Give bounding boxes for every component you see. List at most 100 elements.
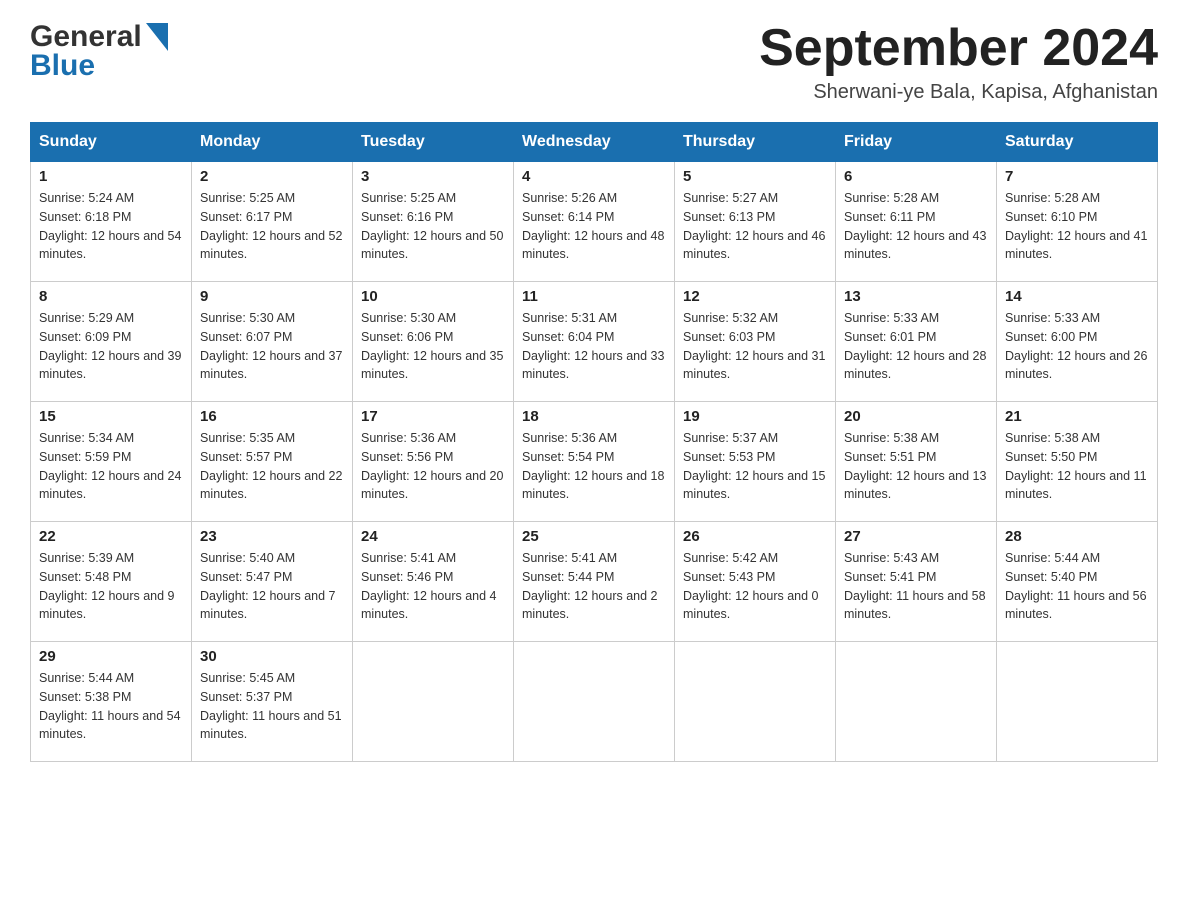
day-number: 5 [683, 168, 827, 185]
calendar-day-cell: 8Sunrise: 5:29 AMSunset: 6:09 PMDaylight… [31, 282, 192, 402]
calendar-day-cell: 27 Sunrise: 5:43 AMSunset: 5:41 PMDayligh… [836, 522, 997, 642]
calendar-day-cell: 30 Sunrise: 5:45 AMSunset: 5:37 PMDayligh… [192, 642, 353, 762]
calendar-day-cell: 6 Sunrise: 5:28 AMSunset: 6:11 PMDaylight… [836, 162, 997, 282]
day-info: Sunrise: 5:33 AMSunset: 6:01 PMDaylight:… [844, 309, 988, 384]
calendar-table: SundayMondayTuesdayWednesdayThursdayFrid… [30, 122, 1158, 762]
calendar-day-cell: 18Sunrise: 5:36 AMSunset: 5:54 PMDayligh… [514, 402, 675, 522]
calendar-day-cell: 26 Sunrise: 5:42 AMSunset: 5:43 PMDayligh… [675, 522, 836, 642]
day-number: 25 [522, 528, 666, 545]
logo-blue-text: Blue [30, 49, 168, 82]
day-info: Sunrise: 5:42 AMSunset: 5:43 PMDaylight:… [683, 549, 827, 624]
day-info: Sunrise: 5:44 AMSunset: 5:38 PMDaylight:… [39, 669, 183, 744]
calendar-day-cell [353, 642, 514, 762]
calendar-day-cell [997, 642, 1158, 762]
day-number: 6 [844, 168, 988, 185]
calendar-day-cell: 13 Sunrise: 5:33 AMSunset: 6:01 PMDayligh… [836, 282, 997, 402]
day-info: Sunrise: 5:44 AMSunset: 5:40 PMDaylight:… [1005, 549, 1149, 624]
calendar-day-cell: 12 Sunrise: 5:32 AMSunset: 6:03 PMDayligh… [675, 282, 836, 402]
day-info: Sunrise: 5:27 AMSunset: 6:13 PMDaylight:… [683, 189, 827, 264]
calendar-day-cell: 3 Sunrise: 5:25 AMSunset: 6:16 PMDaylight… [353, 162, 514, 282]
calendar-day-cell: 25 Sunrise: 5:41 AMSunset: 5:44 PMDayligh… [514, 522, 675, 642]
calendar-day-cell: 1 Sunrise: 5:24 AMSunset: 6:18 PMDaylight… [31, 162, 192, 282]
day-number: 24 [361, 528, 505, 545]
day-info: Sunrise: 5:45 AMSunset: 5:37 PMDaylight:… [200, 669, 344, 744]
calendar-day-cell: 16 Sunrise: 5:35 AMSunset: 5:57 PMDayligh… [192, 402, 353, 522]
day-number: 29 [39, 648, 183, 665]
calendar-week-row: 1 Sunrise: 5:24 AMSunset: 6:18 PMDaylight… [31, 162, 1158, 282]
calendar-day-cell: 29 Sunrise: 5:44 AMSunset: 5:38 PMDayligh… [31, 642, 192, 762]
calendar-day-cell: 2 Sunrise: 5:25 AMSunset: 6:17 PMDaylight… [192, 162, 353, 282]
day-info: Sunrise: 5:41 AMSunset: 5:46 PMDaylight:… [361, 549, 505, 624]
day-info: Sunrise: 5:29 AMSunset: 6:09 PMDaylight:… [39, 309, 183, 384]
day-number: 19 [683, 408, 827, 425]
calendar-day-cell [514, 642, 675, 762]
day-number: 30 [200, 648, 344, 665]
day-info: Sunrise: 5:40 AMSunset: 5:47 PMDaylight:… [200, 549, 344, 624]
calendar-day-cell: 17 Sunrise: 5:36 AMSunset: 5:56 PMDayligh… [353, 402, 514, 522]
day-number: 23 [200, 528, 344, 545]
calendar-day-cell: 5 Sunrise: 5:27 AMSunset: 6:13 PMDaylight… [675, 162, 836, 282]
day-info: Sunrise: 5:24 AMSunset: 6:18 PMDaylight:… [39, 189, 183, 264]
day-info: Sunrise: 5:35 AMSunset: 5:57 PMDaylight:… [200, 429, 344, 504]
calendar-week-row: 8Sunrise: 5:29 AMSunset: 6:09 PMDaylight… [31, 282, 1158, 402]
day-number: 7 [1005, 168, 1149, 185]
day-number: 10 [361, 288, 505, 305]
day-number: 2 [200, 168, 344, 185]
day-info: Sunrise: 5:28 AMSunset: 6:10 PMDaylight:… [1005, 189, 1149, 264]
day-info: Sunrise: 5:30 AMSunset: 6:06 PMDaylight:… [361, 309, 505, 384]
logo: General Blue [30, 20, 168, 82]
calendar-header-friday: Friday [836, 123, 997, 162]
calendar-header-sunday: Sunday [31, 123, 192, 162]
day-number: 28 [1005, 528, 1149, 545]
calendar-header-wednesday: Wednesday [514, 123, 675, 162]
day-info: Sunrise: 5:36 AMSunset: 5:54 PMDaylight:… [522, 429, 666, 504]
day-number: 1 [39, 168, 183, 185]
day-number: 14 [1005, 288, 1149, 305]
day-info: Sunrise: 5:32 AMSunset: 6:03 PMDaylight:… [683, 309, 827, 384]
location-text: Sherwani-ye Bala, Kapisa, Afghanistan [759, 81, 1158, 104]
day-info: Sunrise: 5:25 AMSunset: 6:16 PMDaylight:… [361, 189, 505, 264]
day-info: Sunrise: 5:41 AMSunset: 5:44 PMDaylight:… [522, 549, 666, 624]
day-number: 11 [522, 288, 666, 305]
day-info: Sunrise: 5:28 AMSunset: 6:11 PMDaylight:… [844, 189, 988, 264]
day-number: 12 [683, 288, 827, 305]
day-info: Sunrise: 5:33 AMSunset: 6:00 PMDaylight:… [1005, 309, 1149, 384]
month-title: September 2024 [759, 20, 1158, 77]
calendar-day-cell: 7 Sunrise: 5:28 AMSunset: 6:10 PMDaylight… [997, 162, 1158, 282]
day-info: Sunrise: 5:34 AMSunset: 5:59 PMDaylight:… [39, 429, 183, 504]
day-info: Sunrise: 5:30 AMSunset: 6:07 PMDaylight:… [200, 309, 344, 384]
day-number: 17 [361, 408, 505, 425]
calendar-header-thursday: Thursday [675, 123, 836, 162]
calendar-header-monday: Monday [192, 123, 353, 162]
day-info: Sunrise: 5:38 AMSunset: 5:51 PMDaylight:… [844, 429, 988, 504]
calendar-header-tuesday: Tuesday [353, 123, 514, 162]
day-info: Sunrise: 5:38 AMSunset: 5:50 PMDaylight:… [1005, 429, 1149, 504]
logo-arrow-icon [146, 23, 168, 51]
day-number: 3 [361, 168, 505, 185]
day-number: 9 [200, 288, 344, 305]
calendar-day-cell: 28 Sunrise: 5:44 AMSunset: 5:40 PMDayligh… [997, 522, 1158, 642]
calendar-day-cell: 19 Sunrise: 5:37 AMSunset: 5:53 PMDayligh… [675, 402, 836, 522]
day-info: Sunrise: 5:43 AMSunset: 5:41 PMDaylight:… [844, 549, 988, 624]
day-number: 27 [844, 528, 988, 545]
day-info: Sunrise: 5:36 AMSunset: 5:56 PMDaylight:… [361, 429, 505, 504]
calendar-day-cell: 23 Sunrise: 5:40 AMSunset: 5:47 PMDayligh… [192, 522, 353, 642]
day-number: 22 [39, 528, 183, 545]
day-number: 20 [844, 408, 988, 425]
day-info: Sunrise: 5:25 AMSunset: 6:17 PMDaylight:… [200, 189, 344, 264]
day-number: 16 [200, 408, 344, 425]
calendar-day-cell: 20 Sunrise: 5:38 AMSunset: 5:51 PMDayligh… [836, 402, 997, 522]
calendar-day-cell: 21Sunrise: 5:38 AMSunset: 5:50 PMDayligh… [997, 402, 1158, 522]
calendar-week-row: 22Sunrise: 5:39 AMSunset: 5:48 PMDayligh… [31, 522, 1158, 642]
page-header: General Blue September 2024 Sherwani-ye … [30, 20, 1158, 104]
day-info: Sunrise: 5:26 AMSunset: 6:14 PMDaylight:… [522, 189, 666, 264]
day-number: 13 [844, 288, 988, 305]
day-number: 15 [39, 408, 183, 425]
calendar-day-cell: 22Sunrise: 5:39 AMSunset: 5:48 PMDayligh… [31, 522, 192, 642]
day-number: 26 [683, 528, 827, 545]
day-info: Sunrise: 5:37 AMSunset: 5:53 PMDaylight:… [683, 429, 827, 504]
day-number: 4 [522, 168, 666, 185]
calendar-day-cell: 14 Sunrise: 5:33 AMSunset: 6:00 PMDayligh… [997, 282, 1158, 402]
title-area: September 2024 Sherwani-ye Bala, Kapisa,… [759, 20, 1158, 104]
calendar-day-cell [675, 642, 836, 762]
